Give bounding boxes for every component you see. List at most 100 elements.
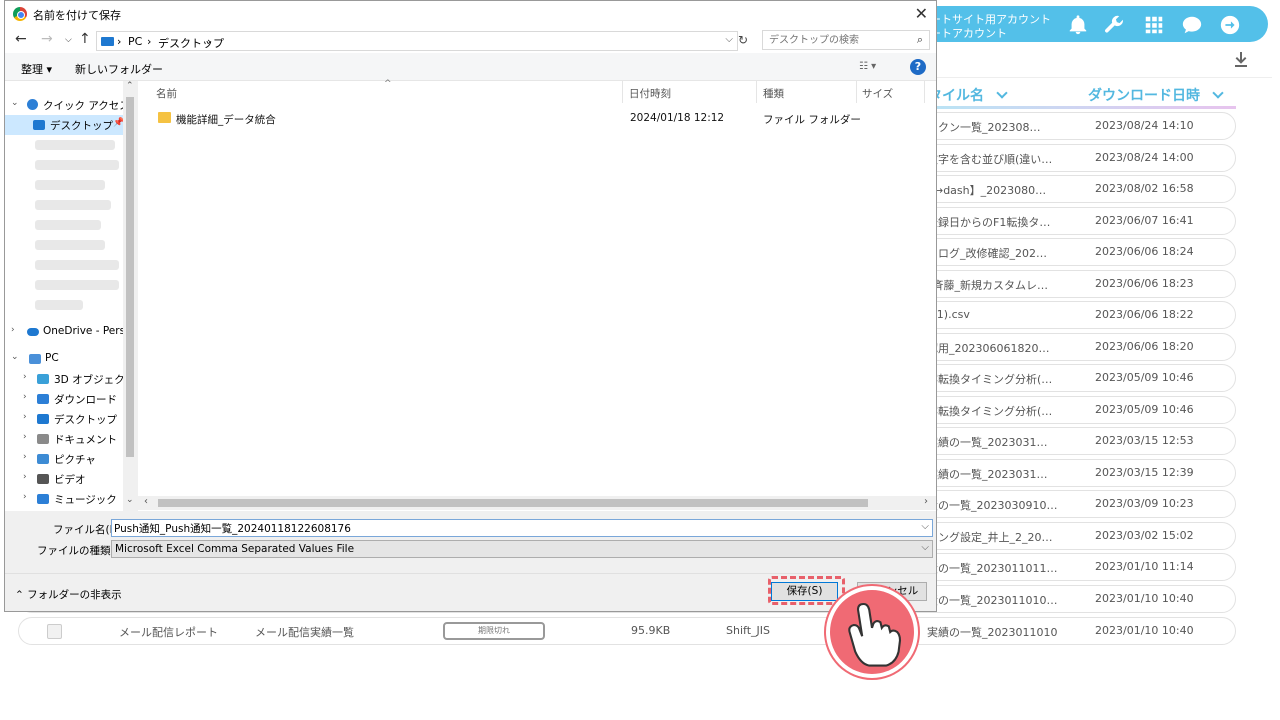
- row-date: 2023/03/15 12:39: [1095, 465, 1194, 479]
- column-divider[interactable]: [924, 81, 925, 103]
- row-date: 2023/03/09 10:23: [1095, 497, 1194, 510]
- expand-arrow-icon[interactable]: ›: [23, 372, 27, 382]
- sort-arrow-icon: ^: [384, 79, 392, 89]
- search-input[interactable]: [763, 31, 903, 49]
- nav-quick-access[interactable]: ⌄ クイック アクセス: [5, 95, 130, 115]
- column-modified[interactable]: 日付時刻: [629, 86, 671, 101]
- row-title: 客転換タイミング分析(…: [927, 373, 1053, 386]
- nav-pc-item[interactable]: › ビデオ: [5, 469, 123, 489]
- column-divider[interactable]: [622, 81, 623, 103]
- search-field[interactable]: ⌕: [762, 30, 930, 50]
- row-title: 実績の一覧_2023011010…: [927, 626, 1057, 639]
- forward-arrow-icon[interactable]: →: [41, 31, 53, 47]
- scroll-up-icon[interactable]: ⌃: [126, 81, 134, 91]
- row-title: 文字を含む並び順(違い…: [927, 152, 1053, 166]
- row-title: 績の一覧_2023030910…: [927, 499, 1057, 512]
- row-date: 2023/05/09 10:46: [1095, 371, 1194, 384]
- scroll-down-icon[interactable]: ⌄: [126, 495, 134, 505]
- chevron-down-icon[interactable]: ⌵: [921, 542, 929, 553]
- expand-arrow-icon[interactable]: ›: [23, 472, 27, 482]
- scroll-thumb[interactable]: [158, 499, 868, 507]
- new-folder-button[interactable]: 新しいフォルダー: [75, 61, 163, 77]
- row-title: 績の一覧_2023011011…: [927, 562, 1057, 575]
- wrench-icon[interactable]: [1101, 12, 1127, 38]
- chevron-down-icon[interactable]: ⌵: [921, 521, 929, 532]
- view-options-icon[interactable]: ☷ ▾: [859, 61, 876, 72]
- column-title-header[interactable]: タイル名: [928, 85, 1008, 105]
- save-button[interactable]: 保存(S): [771, 582, 838, 601]
- expand-arrow-icon[interactable]: ›: [23, 412, 27, 422]
- scroll-thumb[interactable]: [126, 97, 134, 457]
- account-name-1[interactable]: ートサイト用アカウント: [930, 13, 1051, 27]
- pc-icon: [101, 37, 114, 46]
- file-name-field[interactable]: ⌵: [111, 519, 933, 537]
- horizontal-scrollbar[interactable]: ‹ ›: [138, 496, 936, 510]
- dialog-titlebar[interactable]: 名前を付けて保存 ✕: [5, 1, 936, 27]
- row-date: 2023/03/02 15:02: [1095, 528, 1194, 542]
- breadcrumb-pc[interactable]: PC: [128, 35, 142, 48]
- row-checkbox[interactable]: [47, 624, 62, 639]
- scroll-right-icon[interactable]: ›: [924, 496, 928, 507]
- nav-pc-item[interactable]: › デスクトップ: [5, 409, 123, 429]
- close-icon[interactable]: ✕: [915, 4, 928, 23]
- row-title: b→dash】_2023080…: [927, 184, 1047, 197]
- expand-arrow-icon[interactable]: ›: [23, 392, 27, 402]
- nav-pc-item[interactable]: › ドキュメント: [5, 429, 123, 449]
- row-date: 2023/08/02 16:58: [1095, 182, 1194, 195]
- download-icon[interactable]: [1232, 50, 1250, 68]
- breadcrumb-desktop[interactable]: デスクトップ: [158, 35, 224, 51]
- grid-icon[interactable]: [1141, 12, 1167, 38]
- file-name-input[interactable]: [112, 520, 912, 536]
- column-type[interactable]: 種類: [763, 86, 784, 101]
- refresh-icon[interactable]: ↻: [738, 33, 748, 47]
- breadcrumb[interactable]: › PC › デスクトップ › ⌵: [96, 31, 738, 51]
- cloud-icon: [27, 328, 39, 336]
- search-icon[interactable]: ⌕: [917, 33, 923, 47]
- account-name-2[interactable]: ートアカウント: [930, 27, 1007, 41]
- scroll-left-icon[interactable]: ‹: [144, 496, 148, 507]
- tap-hand-icon: [826, 586, 918, 678]
- expand-arrow-icon[interactable]: ⌄: [11, 98, 19, 108]
- chevron-down-icon[interactable]: [996, 87, 1008, 99]
- expand-arrow-icon[interactable]: ›: [23, 452, 27, 462]
- file-type-select[interactable]: Microsoft Excel Comma Separated Values F…: [111, 540, 933, 558]
- nav-label: クイック アクセス: [43, 100, 130, 112]
- chevron-down-icon[interactable]: ⌵: [725, 34, 733, 45]
- nav-label: ドキュメント: [54, 434, 117, 446]
- nav-label: デスクトップ: [50, 120, 113, 132]
- nav-pc[interactable]: ⌄ PC: [5, 349, 123, 369]
- app-subheader: [928, 48, 1272, 78]
- organize-button[interactable]: 整理 ▾: [21, 61, 52, 77]
- chevron-down-icon[interactable]: [1212, 87, 1224, 99]
- logout-icon[interactable]: [1217, 12, 1243, 38]
- column-size[interactable]: サイズ: [862, 86, 893, 101]
- hide-folders-toggle[interactable]: ⌃ フォルダーの非表示: [15, 587, 122, 602]
- nav-onedrive[interactable]: › OneDrive - Person: [5, 322, 137, 342]
- column-date-header[interactable]: ダウンロード日時: [1088, 85, 1224, 105]
- expand-arrow-icon[interactable]: ›: [11, 325, 15, 335]
- column-name[interactable]: 名前: [156, 86, 177, 101]
- up-arrow-icon[interactable]: ↑: [79, 31, 91, 47]
- help-icon[interactable]: ?: [910, 59, 926, 75]
- chat-icon[interactable]: [1179, 12, 1205, 38]
- nav-desktop-pinned[interactable]: デスクトップ 📌: [5, 115, 124, 135]
- row-title: スログ_改修確認_202…: [927, 247, 1047, 260]
- expand-arrow-icon[interactable]: ⌄: [11, 352, 19, 362]
- file-row[interactable]: 機能詳細_データ統合 2024/01/18 12:12 ファイル フォルダー: [152, 109, 922, 127]
- column-divider[interactable]: [856, 81, 857, 103]
- expand-arrow-icon[interactable]: ›: [23, 492, 27, 502]
- back-arrow-icon[interactable]: ←: [15, 31, 27, 47]
- nav-pc-item[interactable]: › 3D オブジェクト: [5, 369, 135, 389]
- nav-pc-item[interactable]: › ダウンロード: [5, 389, 123, 409]
- nav-label: ダウンロード: [54, 394, 117, 406]
- table-row[interactable]: メール配信レポート メール配信実績一覧 期限切れ 95.9KB Shift_JI…: [18, 617, 1236, 645]
- recent-dropdown-icon[interactable]: ⌵: [65, 35, 72, 45]
- column-divider[interactable]: [756, 81, 757, 103]
- nav-pc-item[interactable]: › ミュージック: [5, 489, 123, 509]
- row-title: 績の一覧_2023011010…: [927, 593, 1057, 607]
- row-title: 認用_202306061820…: [927, 341, 1050, 355]
- bell-icon[interactable]: [1065, 12, 1091, 38]
- nav-scrollbar[interactable]: ⌃ ⌄: [123, 81, 137, 511]
- expand-arrow-icon[interactable]: ›: [23, 432, 27, 442]
- nav-pc-item[interactable]: › ピクチャ: [5, 449, 123, 469]
